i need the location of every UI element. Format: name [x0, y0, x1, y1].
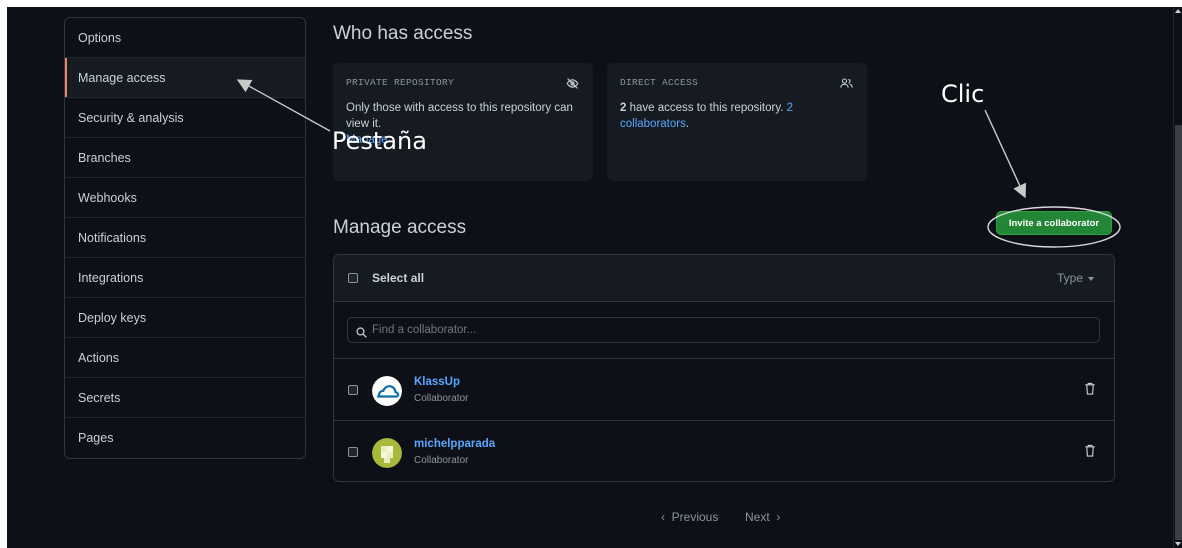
- sidebar-item-secrets[interactable]: Secrets: [65, 378, 305, 418]
- vertical-scrollbar[interactable]: [1173, 7, 1182, 548]
- sidebar-item-notifications[interactable]: Notifications: [65, 218, 305, 258]
- sidebar-item-actions[interactable]: Actions: [65, 338, 305, 378]
- scrollbar-thumb[interactable]: [1175, 125, 1182, 540]
- sidebar-item-deploy-keys[interactable]: Deploy keys: [65, 298, 305, 338]
- direct-access-label: DIRECT ACCESS: [620, 77, 699, 88]
- sidebar-item-label: Notifications: [78, 230, 147, 245]
- direct-access-card: DIRECT ACCESS 2 have access to this repo…: [607, 63, 867, 181]
- sidebar-item-label: Options: [78, 30, 122, 45]
- collaborator-row: KlassUp Collaborator: [334, 359, 1114, 421]
- type-filter-dropdown[interactable]: Type: [1057, 271, 1094, 285]
- sidebar-item-label: Actions: [78, 350, 119, 365]
- manage-access-title: Manage access: [333, 217, 467, 238]
- direct-access-description: have access to this repository.: [626, 102, 787, 114]
- sidebar-item-pages[interactable]: Pages: [65, 418, 305, 458]
- trash-icon[interactable]: [1084, 444, 1096, 462]
- private-repository-label: PRIVATE REPOSITORY: [346, 77, 455, 88]
- previous-label: Previous: [671, 510, 719, 524]
- sidebar-item-label: Webhooks: [78, 190, 137, 205]
- collaborator-checkbox[interactable]: [348, 447, 358, 457]
- trash-icon[interactable]: [1084, 382, 1096, 400]
- sidebar-item-integrations[interactable]: Integrations: [65, 258, 305, 298]
- avatar[interactable]: [372, 438, 402, 468]
- select-all-label[interactable]: Select all: [372, 271, 424, 285]
- collaborator-checkbox[interactable]: [348, 385, 358, 395]
- search-icon: [356, 325, 367, 343]
- previous-page-button[interactable]: ‹ Previous: [661, 510, 718, 524]
- collaborator-row: michelpparada Collaborator: [334, 421, 1114, 483]
- collaborator-role: Collaborator: [414, 393, 469, 404]
- private-repository-card: PRIVATE REPOSITORY Only those with acces…: [333, 63, 593, 181]
- direct-access-suffix: .: [685, 118, 690, 130]
- find-collaborator-input[interactable]: [347, 317, 1100, 343]
- sidebar-item-label: Integrations: [78, 270, 144, 285]
- chevron-right-icon: ›: [776, 510, 781, 524]
- private-repository-description: Only those with access to this repositor…: [346, 102, 573, 130]
- select-all-checkbox[interactable]: [348, 273, 358, 283]
- people-icon: [840, 77, 853, 95]
- chevron-left-icon: ‹: [661, 510, 665, 524]
- eye-closed-icon: [566, 77, 579, 95]
- sidebar-item-label: Manage access: [78, 70, 166, 85]
- settings-sidebar: Options Manage access Security & analysi…: [64, 17, 306, 459]
- sidebar-item-label: Security & analysis: [78, 110, 184, 125]
- sidebar-item-label: Deploy keys: [78, 310, 147, 325]
- collaborator-name[interactable]: KlassUp: [414, 376, 460, 388]
- sidebar-item-branches[interactable]: Branches: [65, 138, 305, 178]
- collaborator-name[interactable]: michelpparada: [414, 438, 495, 450]
- sidebar-item-options[interactable]: Options: [65, 18, 305, 58]
- annotation-click-label: Clic: [941, 80, 985, 108]
- sidebar-item-webhooks[interactable]: Webhooks: [65, 178, 305, 218]
- scroll-down-arrow-icon[interactable]: [1175, 542, 1181, 546]
- page-viewport: Options Manage access Security & analysi…: [7, 7, 1173, 548]
- search-row: [334, 302, 1114, 359]
- invite-collaborator-button[interactable]: Invite a collaborator: [996, 211, 1112, 235]
- sidebar-item-security-analysis[interactable]: Security & analysis: [65, 98, 305, 138]
- collaborators-panel-header: Select all Type: [334, 255, 1114, 302]
- sidebar-item-label: Secrets: [78, 390, 121, 405]
- collaborator-role: Collaborator: [414, 455, 469, 466]
- scroll-up-arrow-icon[interactable]: [1175, 9, 1181, 13]
- next-label: Next: [745, 510, 770, 524]
- collaborators-panel: Select all Type KlassUp Collaborator: [333, 254, 1115, 482]
- who-has-access-title: Who has access: [333, 23, 473, 44]
- sidebar-item-manage-access[interactable]: Manage access: [65, 58, 305, 98]
- sidebar-item-label: Pages: [78, 431, 114, 445]
- sidebar-item-label: Branches: [78, 150, 131, 165]
- annotation-tab-label: Pestaña: [332, 127, 427, 155]
- direct-access-text: 2 have access to this repository. 2 coll…: [620, 100, 854, 132]
- next-page-button[interactable]: Next ›: [745, 510, 780, 524]
- avatar[interactable]: [372, 376, 402, 406]
